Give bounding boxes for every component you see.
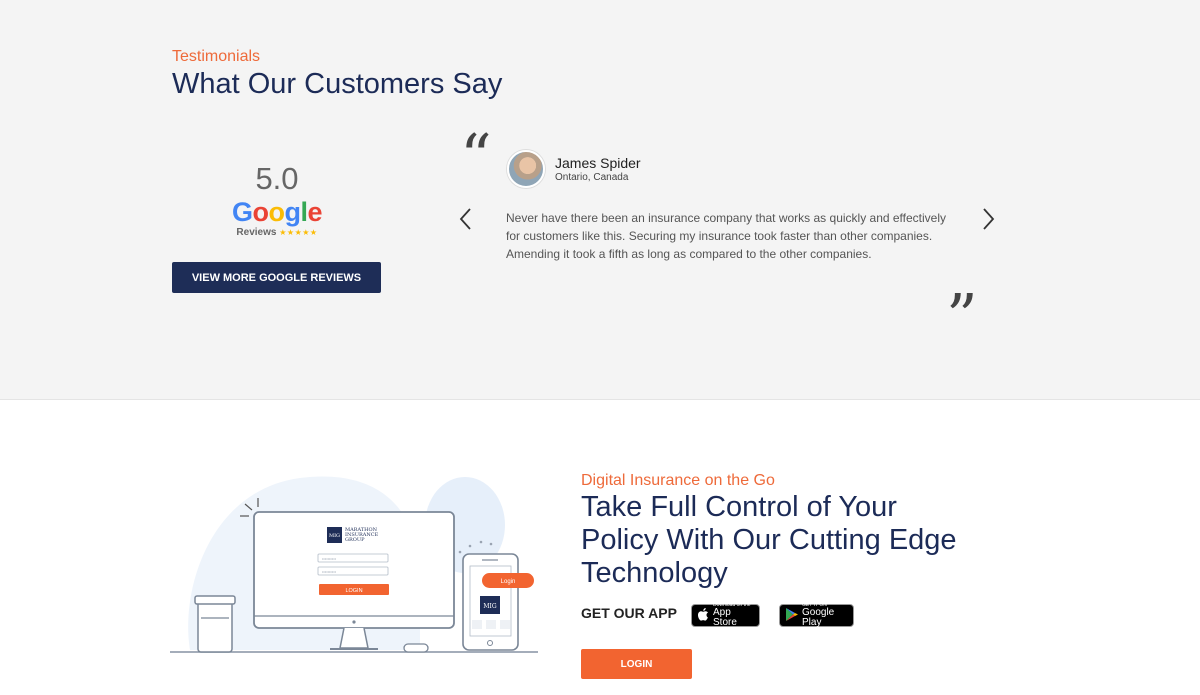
- google-reviews-label: Reviews ★★★★★: [236, 227, 318, 238]
- svg-text:Login: Login: [501, 579, 516, 585]
- testimonials-section: Testimonials What Our Customers Say 5.0 …: [0, 0, 1200, 400]
- google-logo: Google: [231, 197, 323, 227]
- svg-text:••••••••••: ••••••••••: [322, 556, 337, 561]
- review-text: Never have there been an insurance compa…: [506, 211, 947, 261]
- avatar: [507, 150, 545, 188]
- quote-close-icon: ”: [946, 280, 978, 353]
- google-play-icon: [786, 608, 798, 623]
- google-play-button[interactable]: GET IT ON Google Play: [779, 603, 854, 628]
- app-illustration: MIG MARATHON INSURANCE GROUP •••••••••• …: [170, 470, 540, 660]
- google-reviews-badge[interactable]: 5.0 Google Reviews ★★★★★: [172, 160, 382, 240]
- chevron-left-icon[interactable]: [458, 207, 472, 235]
- login-button[interactable]: LOGIN: [581, 649, 692, 679]
- svg-text:GROUP: GROUP: [345, 537, 365, 543]
- reviewer-name: James Spider: [555, 155, 641, 171]
- view-more-google-reviews-button[interactable]: VIEW MORE GOOGLE REVIEWS: [172, 262, 381, 293]
- section-title: What Our Customers Say: [172, 68, 503, 100]
- svg-text:LOGIN: LOGIN: [345, 588, 362, 594]
- section-eyebrow: Testimonials: [172, 48, 261, 65]
- app-store-button[interactable]: Download on the App Store: [691, 603, 760, 628]
- apple-icon: [697, 608, 709, 623]
- google-rating: 5.0: [255, 161, 299, 196]
- screen-logo-mark: MIG: [329, 533, 340, 539]
- chevron-right-icon[interactable]: [982, 207, 996, 235]
- get-our-app-label: GET OUR APP: [581, 605, 677, 621]
- app-title: Take Full Control of Your Policy With Ou…: [581, 491, 957, 589]
- reviewer-location: Ontario, Canada: [555, 172, 629, 183]
- star-rating-icon: ★★★★★: [279, 228, 318, 237]
- svg-text:MIG: MIG: [483, 603, 497, 610]
- svg-text:••••••••••: ••••••••••: [322, 569, 337, 574]
- app-eyebrow: Digital Insurance on the Go: [581, 472, 775, 489]
- quote-open-icon: “: [460, 120, 492, 193]
